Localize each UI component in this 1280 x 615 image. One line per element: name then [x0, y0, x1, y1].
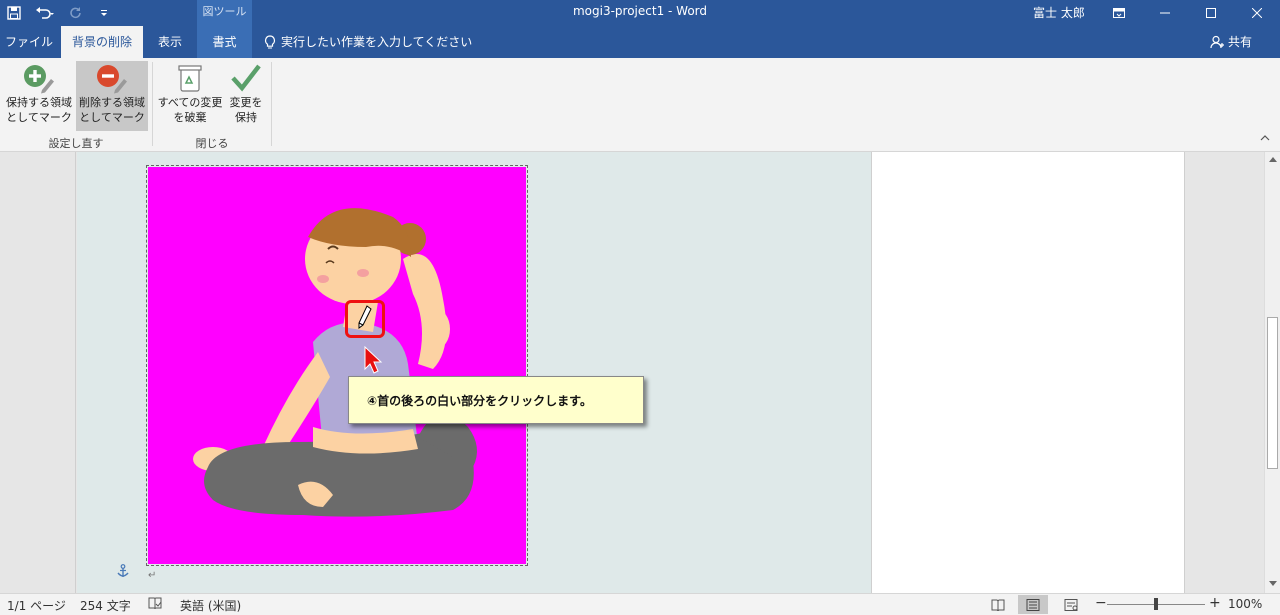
user-name[interactable]: 富士 太郎: [1033, 4, 1085, 21]
close-icon: [1252, 8, 1262, 18]
mark-remove-label-2: としてマーク: [79, 111, 145, 124]
mark-remove-label-1: 削除する領域: [79, 96, 145, 109]
scrollbar-thumb[interactable]: [1267, 317, 1278, 469]
read-mode-button[interactable]: [983, 595, 1013, 614]
ribbon-display-icon: [1113, 8, 1125, 18]
vertical-scrollbar[interactable]: [1264, 152, 1280, 593]
group-separator: [152, 62, 153, 146]
word-count[interactable]: 254 文字: [80, 597, 131, 614]
status-bar: 1/1 ページ 254 文字 英語 (米国) − + 100%: [0, 593, 1280, 615]
scroll-up-button[interactable]: [1265, 152, 1280, 168]
tab-view[interactable]: 表示: [146, 26, 194, 58]
mark-remove-icon: [97, 65, 127, 94]
maximize-button[interactable]: [1188, 0, 1234, 26]
group-label-refine: 設定し直す: [48, 137, 104, 150]
lightbulb-icon: [264, 35, 276, 49]
close-button[interactable]: [1234, 0, 1280, 26]
mark-areas-to-remove-button[interactable]: 削除する領域 としてマーク: [76, 61, 148, 131]
proofing-icon[interactable]: [148, 597, 162, 613]
tell-me-text: 実行したい作業を入力してください: [281, 35, 473, 49]
document-area: ↵ ④首の後ろの白い部分をクリックします。: [0, 152, 1264, 593]
mark-keep-label-1: 保持する領域: [6, 96, 72, 109]
tell-me-box[interactable]: 実行したい作業を入力してください: [264, 26, 472, 58]
person-icon: [1210, 35, 1224, 49]
tab-background-removal[interactable]: 背景の削除: [61, 26, 143, 58]
ribbon-display-options-button[interactable]: [1096, 0, 1142, 26]
checkmark-icon: [231, 64, 261, 92]
chevron-down-icon: [1269, 581, 1277, 586]
title-bar: 図ツール mogi3-project1 - Word 富士 太郎: [0, 0, 1280, 26]
keep-changes-label-1: 変更を: [229, 96, 263, 109]
book-icon: [991, 599, 1005, 611]
left-gutter: [0, 152, 76, 593]
page-icon: [1026, 598, 1040, 611]
recycle-bin-icon: [178, 65, 202, 92]
keep-changes-label-2: 保持: [235, 111, 257, 124]
web-layout-button[interactable]: [1056, 595, 1086, 614]
ribbon-tab-row: ファイル 背景の削除 表示 書式 実行したい作業を入力してください 共有: [0, 26, 1280, 58]
zoom-slider-thumb[interactable]: [1154, 598, 1158, 610]
ribbon: 保持する領域 としてマーク 削除する領域 としてマーク すべての変更 を破棄 変…: [0, 58, 1280, 152]
discard-all-changes-button[interactable]: すべての変更 を破棄: [156, 61, 224, 131]
yoga-picture[interactable]: [148, 167, 526, 564]
instruction-callout: ④首の後ろの白い部分をクリックします。: [348, 376, 644, 424]
maximize-icon: [1206, 8, 1216, 18]
scroll-down-button[interactable]: [1265, 577, 1280, 593]
mark-keep-label-2: としてマーク: [6, 111, 72, 124]
pencil-cursor-icon: [358, 305, 372, 329]
tab-file[interactable]: ファイル: [0, 26, 58, 58]
print-layout-button[interactable]: [1018, 595, 1048, 614]
document-title: mogi3-project1 - Word: [572, 4, 708, 18]
discard-label-1: すべての変更: [157, 96, 223, 109]
mark-areas-to-keep-button[interactable]: 保持する領域 としてマーク: [4, 61, 74, 131]
mark-keep-icon: [24, 65, 54, 94]
minimize-button[interactable]: [1142, 0, 1188, 26]
chevron-up-icon: [1269, 157, 1277, 162]
share-label: 共有: [1228, 35, 1253, 49]
paragraph-mark: ↵: [148, 570, 157, 581]
yoga-illustration: [193, 208, 477, 517]
discard-label-2: を破棄: [173, 111, 207, 124]
share-button[interactable]: 共有: [1210, 26, 1252, 58]
zoom-out-button[interactable]: −: [1095, 595, 1107, 611]
anchor-icon[interactable]: [117, 564, 129, 582]
keep-changes-button[interactable]: 変更を 保持: [226, 61, 266, 131]
group-separator: [271, 62, 272, 146]
right-gutter: [1185, 152, 1264, 593]
arrow-cursor-icon: [364, 346, 383, 374]
chevron-up-icon: [1260, 135, 1270, 141]
tab-format[interactable]: 書式: [197, 26, 252, 58]
minimize-icon: [1160, 12, 1170, 14]
page-count[interactable]: 1/1 ページ: [7, 597, 66, 614]
web-layout-icon: [1064, 598, 1078, 611]
language-indicator[interactable]: 英語 (米国): [180, 597, 241, 614]
adjacent-page: [871, 152, 1185, 593]
collapse-ribbon-button[interactable]: [1260, 134, 1270, 145]
zoom-level[interactable]: 100%: [1228, 597, 1262, 611]
group-label-close: 閉じる: [195, 137, 229, 150]
zoom-in-button[interactable]: +: [1209, 595, 1221, 611]
